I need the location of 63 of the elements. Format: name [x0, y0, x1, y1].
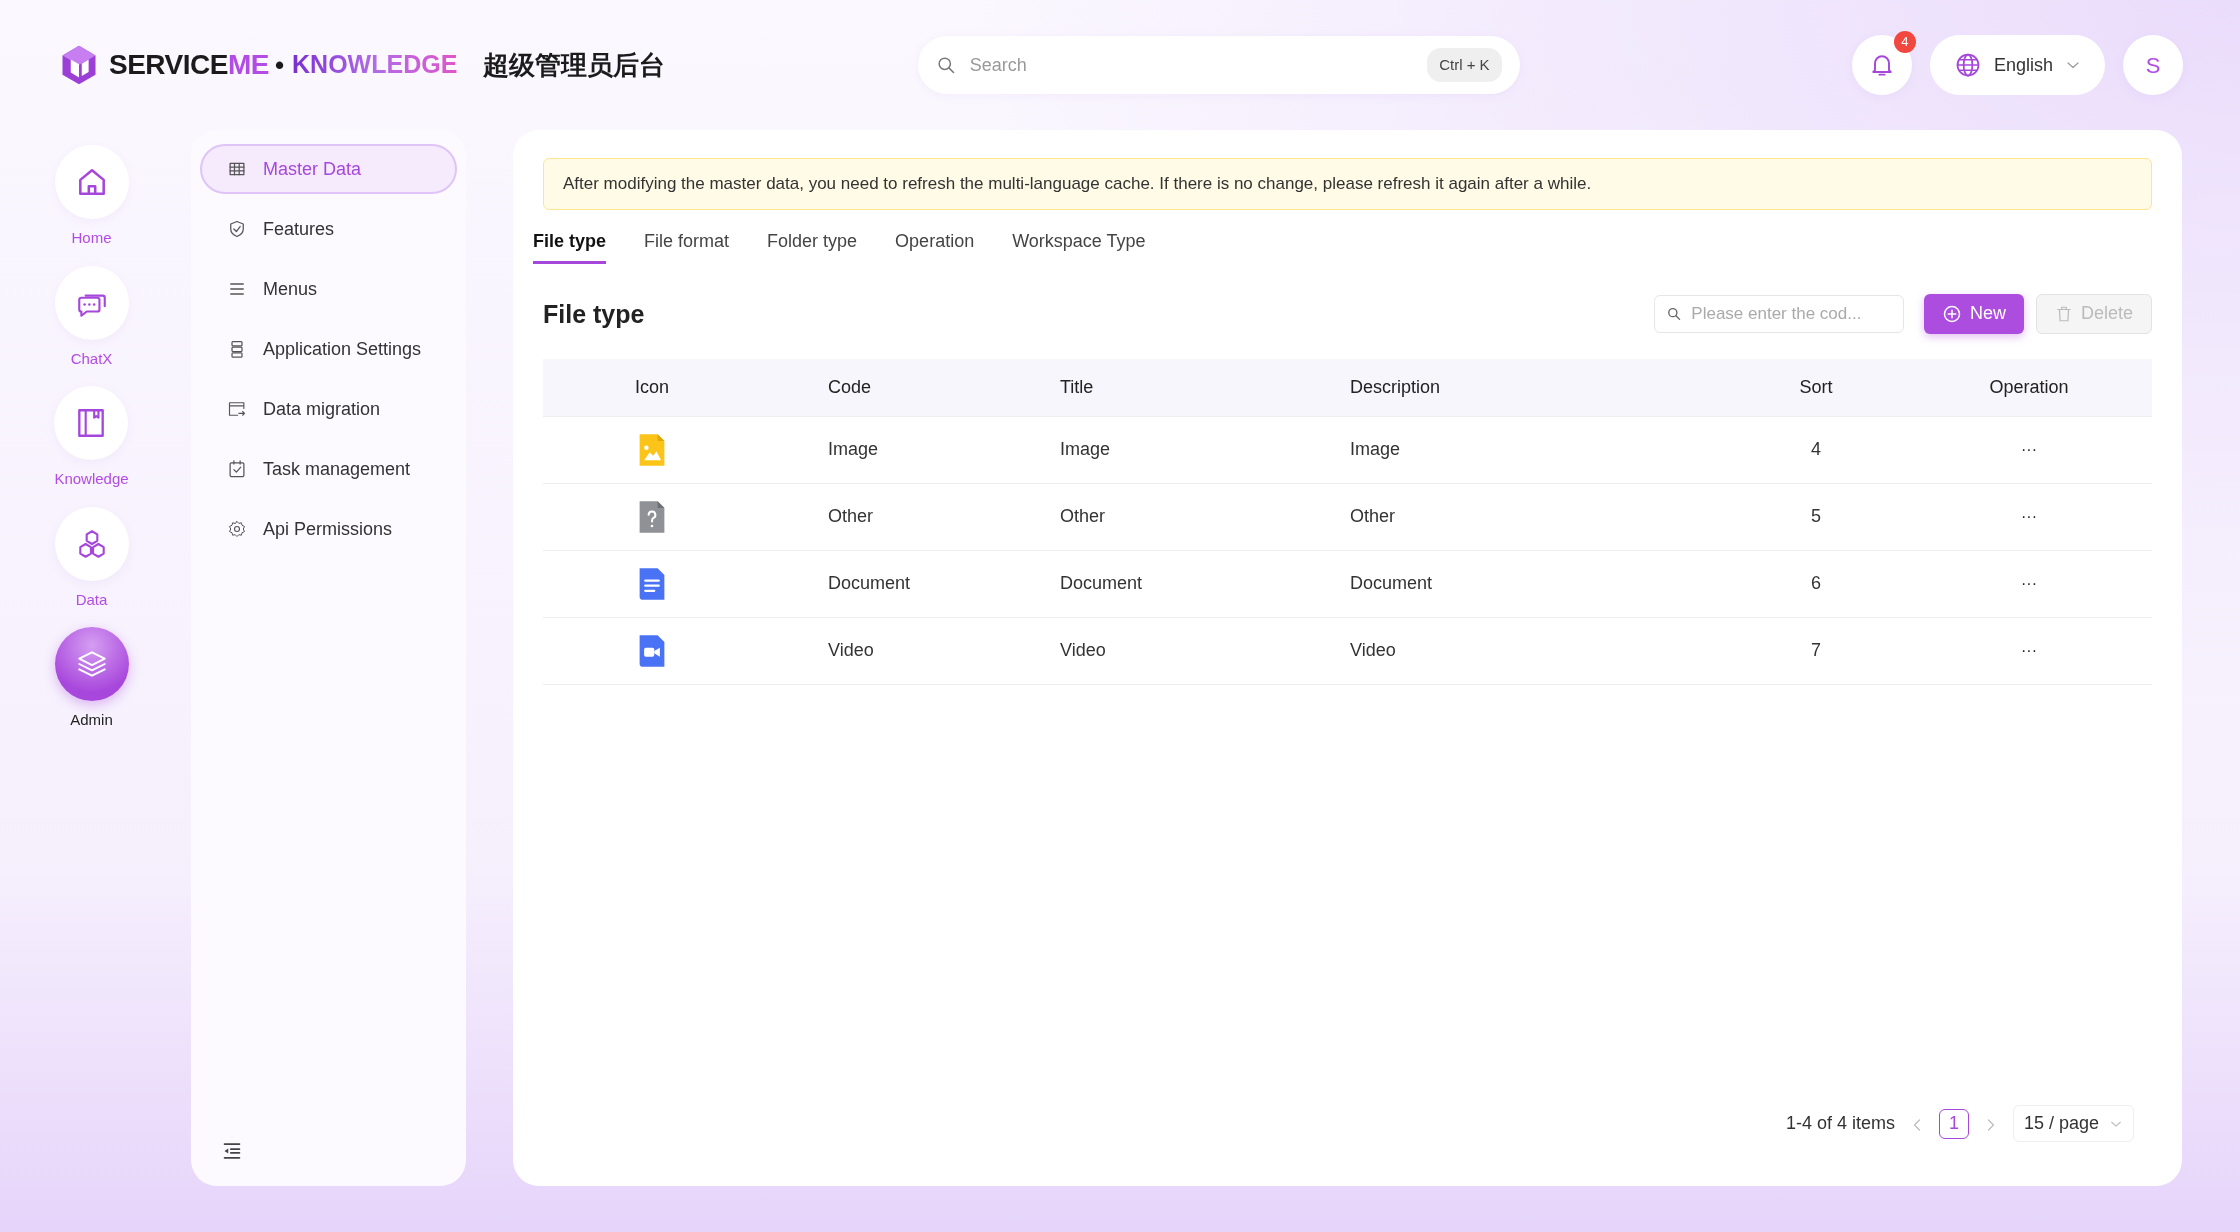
- search-icon: [935, 55, 956, 75]
- search-input[interactable]: Search: [967, 50, 1416, 80]
- table-cell-text: 6: [1811, 572, 1821, 595]
- language-selector[interactable]: English: [1929, 35, 2105, 95]
- table-cell-text: Image: [1350, 438, 1401, 461]
- window-arrow-icon: [227, 399, 247, 419]
- table-cell-text: Image: [1060, 438, 1111, 461]
- table-cell-text: Image: [828, 438, 879, 461]
- pagination-summary: 1-4 of 4 items: [1785, 1112, 1895, 1135]
- gear-icon: [227, 519, 247, 539]
- more-actions-button[interactable]: ···: [2021, 571, 2037, 596]
- column-header: Description: [1350, 375, 1441, 399]
- page-size-selector[interactable]: 15 / page: [2012, 1105, 2134, 1142]
- sidebar-item[interactable]: Application Settings: [200, 324, 457, 374]
- filter-field[interactable]: Please enter the cod...: [1653, 294, 1904, 333]
- console-title: 超级管理员后台: [483, 48, 666, 82]
- more-actions-button[interactable]: ···: [2021, 638, 2037, 663]
- table-cell-text: Other: [1350, 505, 1396, 528]
- more-actions-button[interactable]: ···: [2021, 504, 2037, 529]
- column-header: Operation: [1989, 375, 2069, 399]
- tab[interactable]: File type: [533, 223, 607, 264]
- search-icon: [1666, 305, 1682, 322]
- column-header: Code: [828, 375, 872, 399]
- sidebar-item[interactable]: Task management: [200, 444, 457, 494]
- page-button[interactable]: 1: [1938, 1108, 1969, 1139]
- table-cell-text: 5: [1811, 505, 1821, 528]
- tab[interactable]: Operation: [895, 223, 975, 264]
- table-cell-text: Other: [828, 505, 874, 528]
- shield-check-icon: [227, 219, 247, 239]
- sidebar-item[interactable]: Api Permissions: [200, 504, 457, 554]
- plus-circle-icon: [1941, 303, 1962, 324]
- more-actions-button[interactable]: ···: [2021, 437, 2037, 462]
- new-button[interactable]: New: [1923, 293, 2024, 334]
- tab[interactable]: Folder type: [767, 223, 858, 264]
- column-header: Sort: [1799, 375, 1833, 399]
- section-title: File type: [543, 298, 645, 329]
- logo-wordmark: SERVICEME: [109, 48, 269, 82]
- collapse-menu-icon: [222, 1141, 242, 1162]
- column-header: Icon: [635, 375, 669, 399]
- tab[interactable]: File format: [644, 223, 730, 264]
- table-cell-text: Document: [1350, 572, 1433, 595]
- sidebar-item[interactable]: Master Data: [200, 144, 457, 194]
- calendar-check-icon: [227, 459, 247, 479]
- sidebar-item[interactable]: Data migration: [200, 384, 457, 434]
- notice-banner: After modifying the master data, you need to refresh the multi-language cache. If there is no change, please refresh it again after a while.: [543, 158, 2152, 210]
- shortcut-key: Ctrl + K: [1427, 47, 1502, 83]
- table-cell-text: Document: [1060, 572, 1143, 595]
- notification-count: 4: [1893, 31, 1916, 53]
- user-avatar[interactable]: S: [2123, 35, 2183, 95]
- table-cell-text: Other: [1060, 505, 1106, 528]
- table-cell-text: 7: [1811, 639, 1821, 662]
- column-header: Title: [1060, 375, 1094, 399]
- table-cell-text: Video: [1060, 639, 1106, 662]
- table-cell-text: 4: [1811, 438, 1821, 461]
- sidebar-item[interactable]: Features: [200, 204, 457, 254]
- table-cell-text: Video: [828, 639, 874, 662]
- search-field[interactable]: Search Ctrl + K: [917, 36, 1520, 94]
- sidebar-item[interactable]: Menus: [200, 264, 457, 314]
- tab[interactable]: Workspace Type: [1012, 223, 1146, 264]
- trash-icon: [2054, 304, 2073, 323]
- table-cell-text: Document: [828, 572, 911, 595]
- separator-dot: •: [274, 48, 285, 82]
- table-cell-text: Video: [1350, 639, 1396, 662]
